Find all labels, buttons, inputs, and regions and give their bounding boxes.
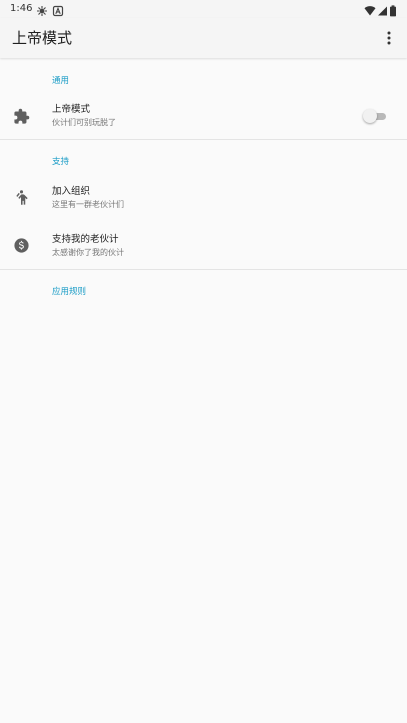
switch-thumb <box>363 109 377 123</box>
screen: 1:46 上帝模式 通用 上帝模式 伙计们可别玩脱了 支持 加入组织 这里有一群… <box>0 0 407 723</box>
debug-icon <box>36 2 48 16</box>
battery-icon <box>389 2 397 17</box>
divider <box>0 139 407 140</box>
god-mode-toggle[interactable] <box>363 109 389 123</box>
puzzle-icon <box>12 107 30 125</box>
pref-summary-support-me: 太感谢你了我的伙计 <box>52 248 124 257</box>
pref-title-god-mode: 上帝模式 <box>52 104 91 115</box>
pref-title-join-group: 加入组织 <box>52 186 91 197</box>
notification-a-icon <box>52 2 64 17</box>
more-vert-icon <box>387 31 391 45</box>
divider <box>0 269 407 270</box>
person-icon <box>12 188 30 206</box>
pref-title-support-me: 支持我的老伙计 <box>52 234 119 245</box>
wifi-icon <box>364 2 376 16</box>
pref-summary-god-mode: 伙计们可别玩脱了 <box>52 118 116 127</box>
overflow-menu-button[interactable] <box>377 26 401 50</box>
section-header-general: 通用 <box>52 76 70 86</box>
pref-item-join-group[interactable]: 加入组织 这里有一群老伙计们 <box>0 175 407 219</box>
status-bar: 1:46 <box>0 0 407 18</box>
section-header-support: 支持 <box>52 157 70 167</box>
pref-summary-join-group: 这里有一群老伙计们 <box>52 200 124 209</box>
dollar-icon <box>12 236 30 254</box>
cell-signal-icon <box>376 2 388 16</box>
section-header-app-rules[interactable]: 应用规则 <box>52 286 86 298</box>
status-time: 1:46 <box>10 3 33 14</box>
app-bar: 上帝模式 <box>0 18 407 58</box>
page-title: 上帝模式 <box>12 29 73 47</box>
pref-item-support-me[interactable]: 支持我的老伙计 太感谢你了我的伙计 <box>0 223 407 267</box>
pref-item-god-mode[interactable]: 上帝模式 伙计们可别玩脱了 <box>0 94 407 138</box>
